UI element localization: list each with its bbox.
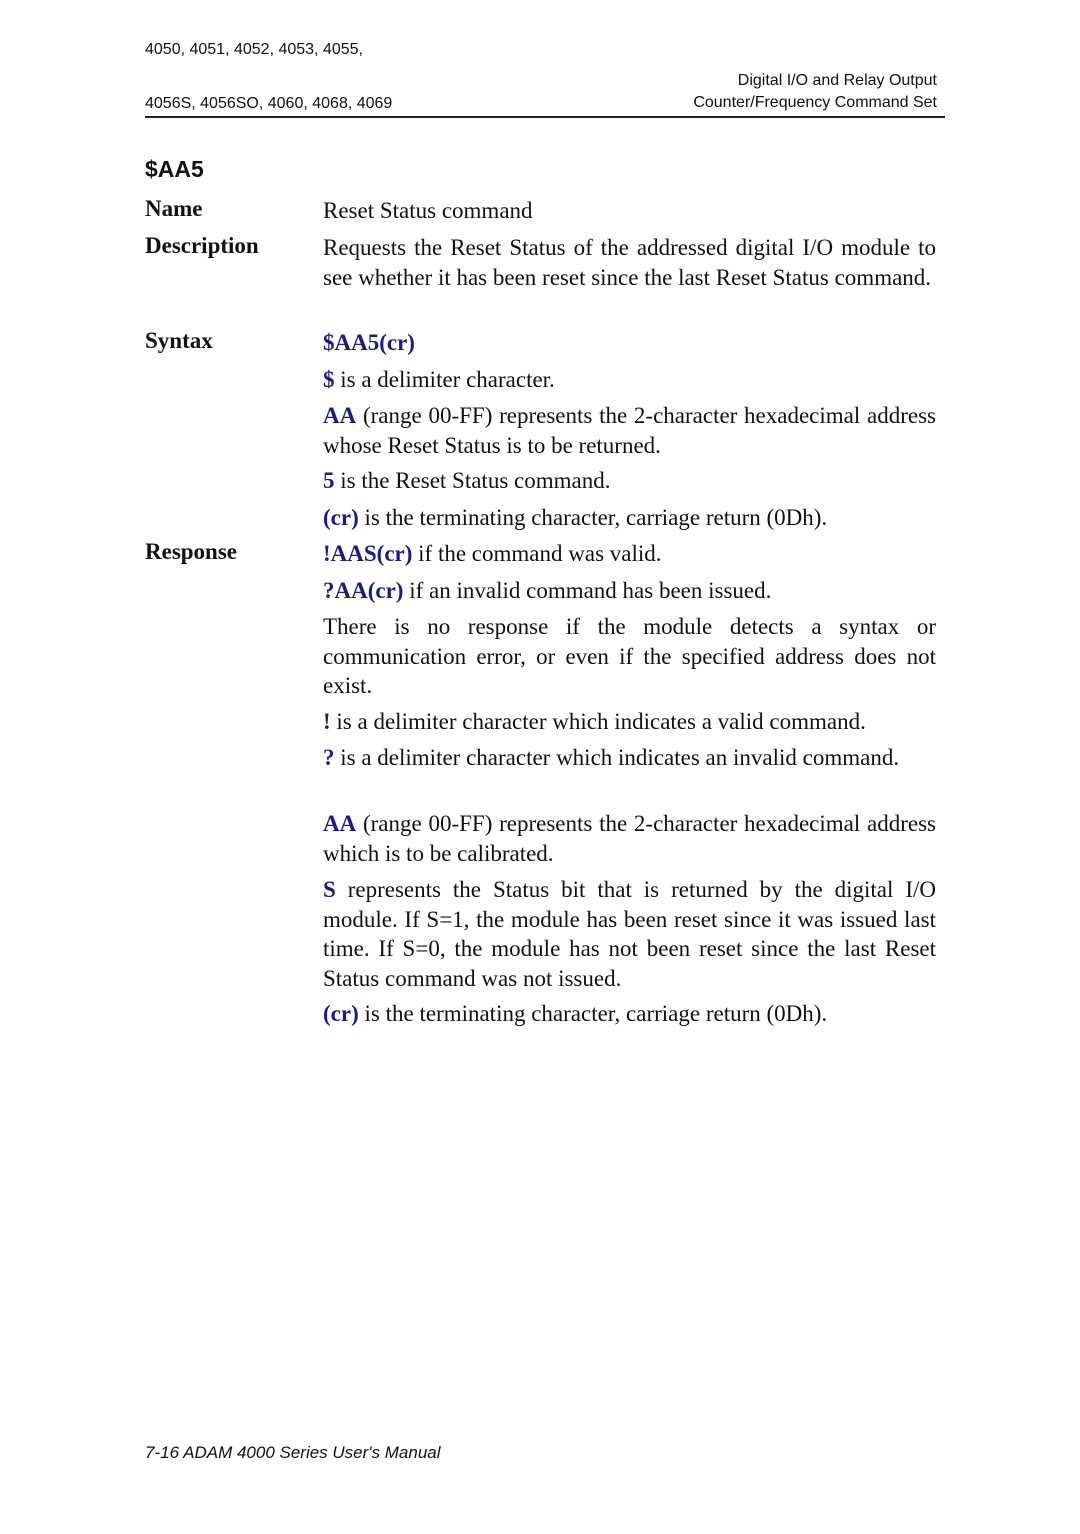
syntax-item: AA (range 00-FF) represents the 2-charac… [323, 401, 936, 460]
response-keyword: ! [323, 709, 331, 734]
response-text: (range 00-FF) represents the 2-character… [323, 811, 936, 866]
response-text: represents the Status bit that is return… [323, 877, 936, 991]
syntax-command: $AA5(cr) [323, 330, 415, 355]
syntax-keyword: 5 [323, 468, 335, 493]
response-keyword: !AAS(cr) [323, 541, 413, 566]
response-keyword: ?AA(cr) [323, 578, 404, 603]
syntax-item: $ is a delimiter character. [323, 365, 936, 395]
syntax-label: Syntax [145, 328, 213, 353]
syntax-keyword: $ [323, 367, 335, 392]
response-item: (cr) is the terminating character, carri… [323, 999, 936, 1029]
page-footer: 7-16 ADAM 4000 Series User's Manual [145, 1443, 441, 1462]
response-text: if the command was valid. [412, 541, 662, 566]
response-text: is a delimiter character which indicates… [330, 709, 866, 734]
description-label: Description [145, 233, 259, 258]
command-title: $AA5 [145, 156, 204, 182]
syntax-keyword: AA [323, 403, 357, 428]
syntax-text: is the terminating character, carriage r… [358, 505, 828, 530]
response-label: Response [145, 539, 238, 564]
syntax-text: is a delimiter character. [334, 367, 555, 392]
page-header: 4050, 4051, 4052, 4053, 4055, 4056S, 405… [145, 40, 945, 118]
syntax-text: is the Reset Status command. [334, 468, 611, 493]
response-text: There is no response if the module detec… [323, 614, 936, 698]
name-text: Reset Status command [323, 198, 533, 223]
response-item: S represents the Status bit that is retu… [323, 875, 936, 993]
syntax-keyword: (cr) [323, 505, 359, 530]
syntax-text: (range 00-FF) represents the 2-character… [323, 403, 936, 458]
response-item: ! is a delimiter character which indicat… [323, 707, 936, 737]
response-text: if an invalid command has been issued. [403, 578, 772, 603]
syntax-item: (cr) is the terminating character, carri… [323, 503, 936, 533]
response-item: !AAS(cr) if the command was valid. [323, 539, 936, 569]
response-text: is a delimiter character which indicates… [334, 745, 900, 770]
response-item: AA (range 00-FF) represents the 2-charac… [323, 809, 936, 868]
header-models-line1: 4050, 4051, 4052, 4053, 4055, [145, 41, 363, 58]
header-section-line2: Counter/Frequency Command Set [693, 94, 937, 111]
response-keyword: S [323, 877, 336, 902]
response-text: is the terminating character, carriage r… [358, 1001, 828, 1026]
header-section-line1: Digital I/O and Relay Output [737, 72, 937, 89]
response-item: ? is a delimiter character which indicat… [323, 743, 936, 773]
description-text: Requests the Reset Status of the address… [323, 235, 936, 290]
header-models-line2: 4056S, 4056SO, 4060, 4068, 4069 [145, 95, 393, 112]
response-keyword: AA [323, 811, 357, 836]
response-item: There is no response if the module detec… [323, 612, 936, 701]
response-item: ?AA(cr) if an invalid command has been i… [323, 576, 936, 606]
response-keyword: (cr) [323, 1001, 359, 1026]
name-label: Name [145, 196, 203, 221]
syntax-item: 5 is the Reset Status command. [323, 466, 936, 496]
response-keyword: ? [323, 745, 335, 770]
